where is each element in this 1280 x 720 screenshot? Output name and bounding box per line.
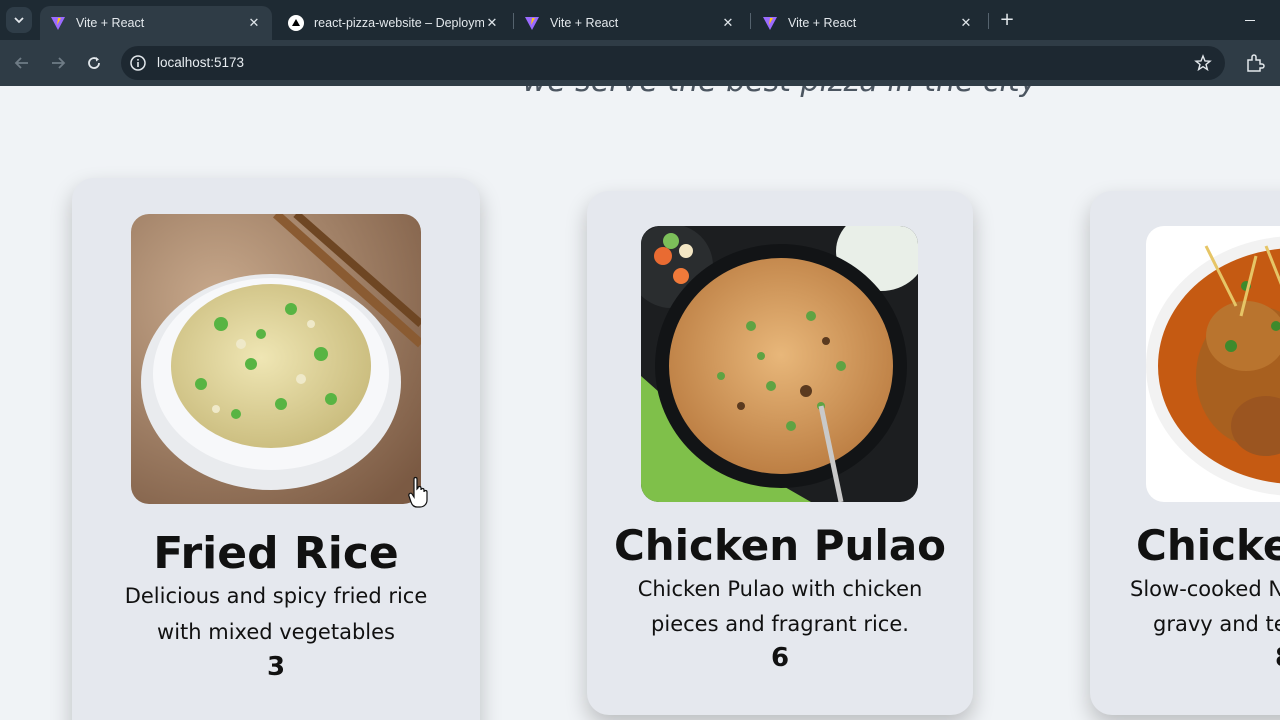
bookmark-star-icon[interactable] [1194, 54, 1212, 72]
arrow-left-icon [14, 57, 28, 69]
card-title: Fried Rice [153, 528, 399, 579]
tab-close-button[interactable]: ✕ [958, 15, 974, 31]
back-button[interactable] [11, 52, 33, 74]
site-info-icon[interactable] [129, 54, 147, 72]
card-description-line-1: Chicken Pulao with chicken [637, 577, 923, 601]
card-description-line-1: Delicious and spicy fried rice [124, 584, 428, 608]
tab-separator [988, 13, 989, 29]
tab-vite-react-2[interactable]: Vite + React ✕ [514, 6, 746, 40]
card-description-line-2: pieces and fragrant rice. [651, 612, 909, 636]
tab-vercel-deployment[interactable]: react-pizza-website – Deployment ✕ [278, 6, 510, 40]
tab-close-button[interactable]: ✕ [720, 15, 736, 31]
vite-icon [763, 17, 777, 30]
card-description-line-2: gravy and te [1153, 612, 1280, 636]
tab-title: Vite + React [550, 16, 619, 30]
browser-toolbar: localhost:5173 [0, 40, 1280, 86]
vercel-icon [288, 15, 304, 31]
card-title: Chicken Pulao [613, 521, 947, 570]
reload-icon [88, 57, 100, 69]
food-image-chicken-pulao [641, 226, 918, 502]
tab-title: react-pizza-website – Deployment [314, 16, 484, 30]
arrow-right-icon [52, 57, 66, 69]
new-tab-button[interactable]: + [996, 9, 1018, 31]
tab-close-button[interactable]: ✕ [484, 15, 500, 31]
card-price: 8 [1275, 643, 1280, 673]
tab-title: Vite + React [76, 16, 145, 30]
tab-strip: Vite + React ✕ react-pizza-website – Dep… [0, 0, 1280, 40]
food-image-fried-rice [131, 214, 421, 504]
tab-close-button[interactable]: ✕ [246, 15, 262, 31]
tab-title: Vite + React [788, 16, 857, 30]
tab-vite-react-3[interactable]: Vite + React ✕ [752, 6, 984, 40]
hand-cursor-icon [408, 476, 428, 508]
card-description-line-1: Slow-cooked N [1130, 577, 1280, 601]
address-bar[interactable]: localhost:5173 [121, 46, 1225, 80]
reload-button[interactable] [83, 52, 105, 74]
forward-button[interactable] [47, 52, 69, 74]
url-text[interactable]: localhost:5173 [157, 55, 244, 70]
menu-card-fried-rice[interactable]: Fried Rice Delicious and spicy fried ric… [72, 178, 480, 720]
minimize-window-button[interactable] [1240, 12, 1260, 28]
card-price: 6 [770, 643, 790, 673]
menu-card-chicken[interactable]: Chicken Slow-cooked N gravy and te 8 [1090, 191, 1280, 715]
menu-card-chicken-pulao[interactable]: Chicken Pulao Chicken Pulao with chicken… [587, 191, 973, 715]
card-title: Chicken [1136, 521, 1280, 570]
extensions-icon[interactable] [1244, 52, 1266, 74]
tab-vite-react-1[interactable]: Vite + React ✕ [40, 6, 272, 40]
card-description-line-2: with mixed vegetables [157, 620, 395, 644]
chevron-down-icon [14, 17, 24, 24]
tab-separator [750, 13, 751, 29]
tab-search-button[interactable] [6, 7, 32, 33]
page-tagline: we serve the best pizza in the city [0, 86, 1280, 99]
card-price: 3 [266, 652, 286, 682]
vite-icon [51, 17, 65, 30]
page-content: we serve the best pizza in the city [0, 86, 1280, 720]
food-image-chicken [1146, 226, 1280, 502]
vite-icon [525, 17, 539, 30]
